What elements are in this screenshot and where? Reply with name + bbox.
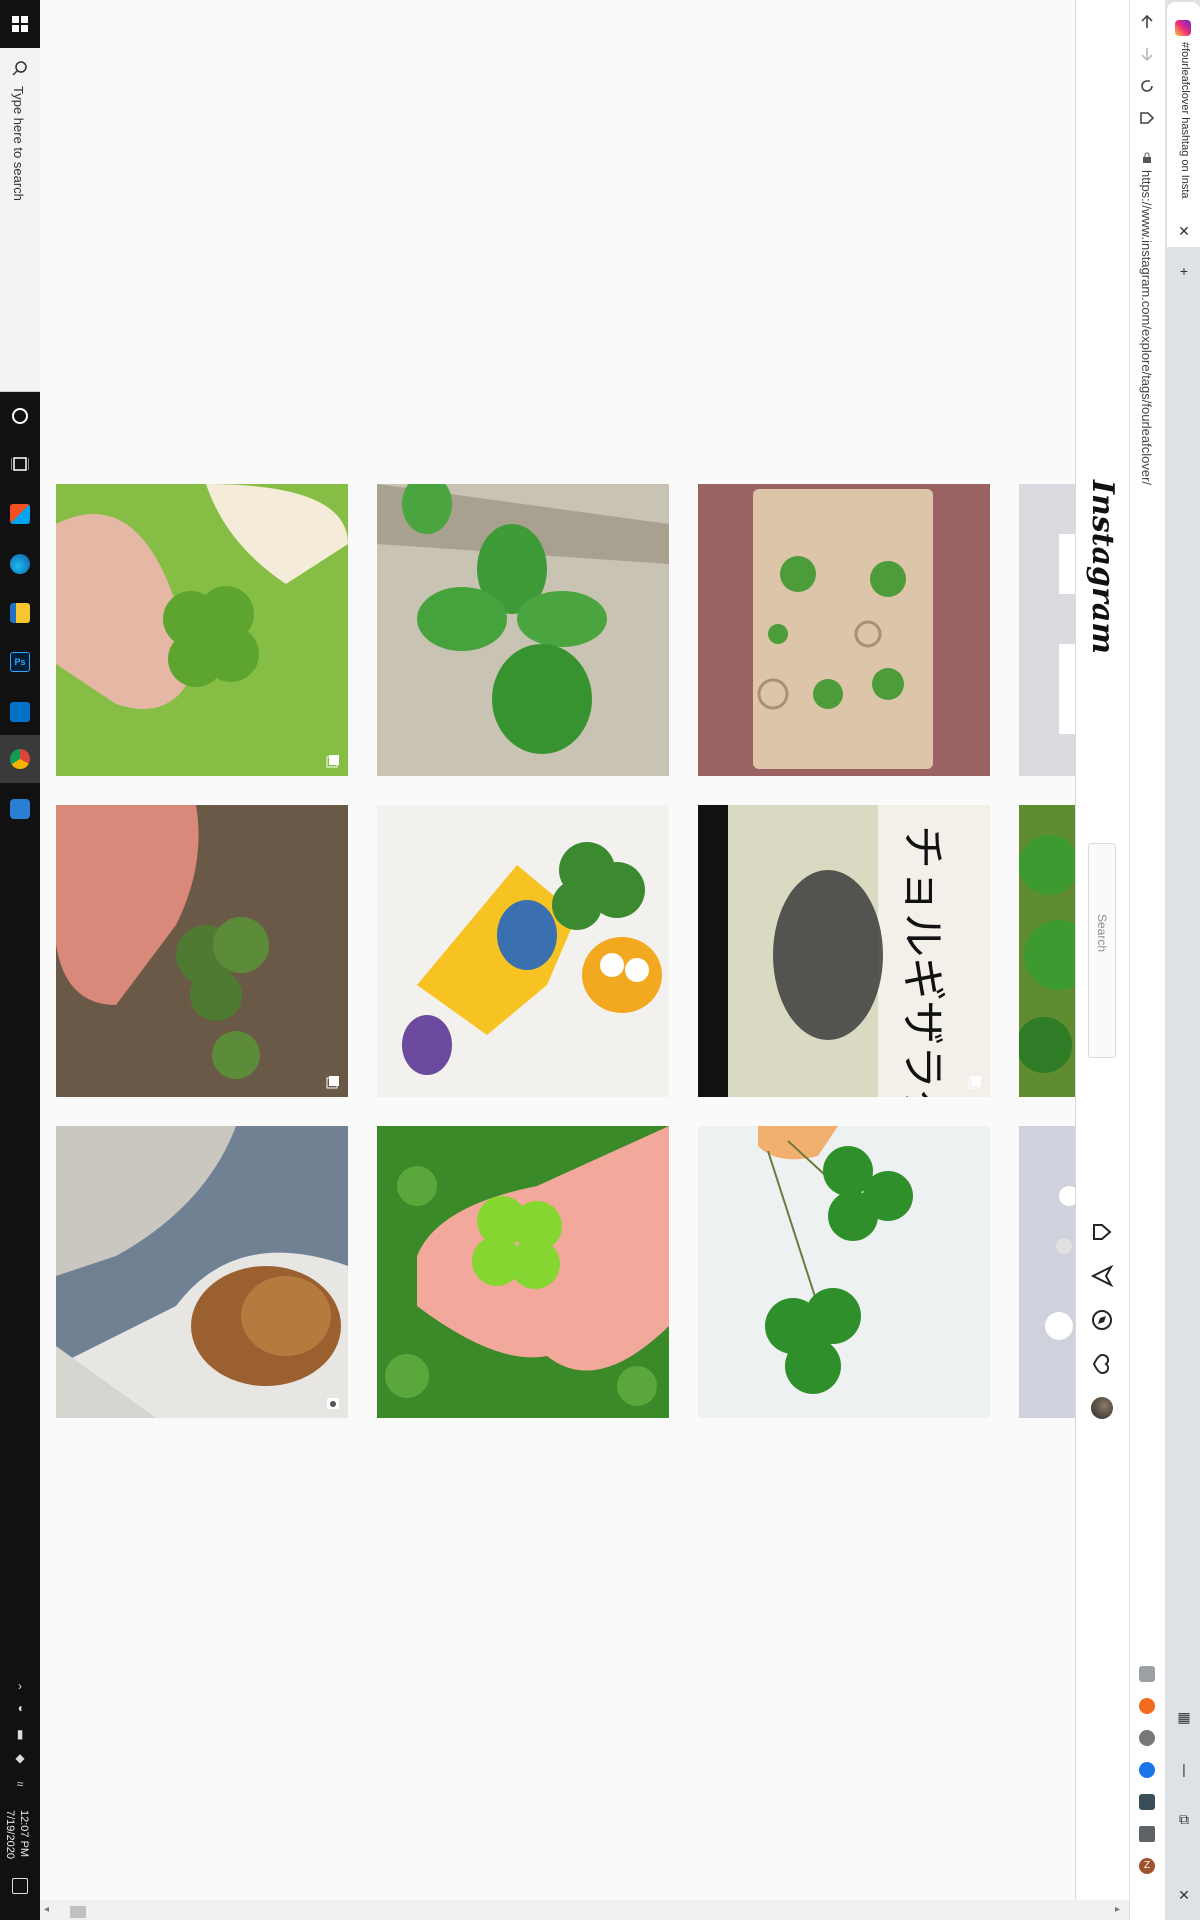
- lock-icon[interactable]: [1142, 152, 1152, 164]
- chrome-icon[interactable]: [8, 747, 32, 771]
- instagram-logo[interactable]: Instagram: [1085, 480, 1120, 654]
- carousel-icon: [326, 755, 339, 768]
- outlook-icon[interactable]: [8, 700, 32, 724]
- scrollbar-thumb[interactable]: [70, 1906, 86, 1918]
- back-icon[interactable]: [1135, 10, 1159, 34]
- dropbox-icon[interactable]: ◆: [12, 1750, 28, 1766]
- svg-text:チョルギザラダ: チョルギザラダ: [897, 825, 948, 1097]
- taskbar-search-box[interactable]: Type here to search: [0, 48, 40, 392]
- search-input[interactable]: Search: [1088, 843, 1116, 1058]
- address-bar[interactable]: https://www.instagram.com/explore/tags/f…: [1139, 170, 1154, 485]
- taskbar-clock[interactable]: 12:07 PM 7/19/2020: [4, 1810, 36, 1870]
- post-tile[interactable]: [1019, 805, 1075, 1097]
- grammarly-icon[interactable]: [1139, 1666, 1155, 1682]
- task-view-icon[interactable]: [8, 452, 32, 476]
- search-icon: [12, 61, 27, 76]
- post-tile[interactable]: [56, 484, 348, 776]
- post-image: [377, 805, 669, 1097]
- post-tile[interactable]: [1019, 484, 1075, 776]
- post-image: チョルギザラダ: [698, 805, 990, 1097]
- post-image: [1019, 835, 1075, 1073]
- post-image: [377, 1126, 669, 1418]
- profile-avatar[interactable]: [1090, 1396, 1114, 1420]
- horizontal-scrollbar[interactable]: [40, 1900, 1130, 1920]
- reload-icon[interactable]: [1135, 74, 1159, 98]
- cortana-icon[interactable]: [8, 404, 32, 428]
- settings-icon[interactable]: [8, 797, 32, 821]
- instagram-favicon-icon: [1175, 20, 1191, 36]
- explore-icon[interactable]: [1090, 1308, 1114, 1332]
- network-icon[interactable]: ≈: [12, 1776, 28, 1792]
- windows-taskbar: Type here to search Ps › ◖ ▮ ◆ ≈ 12:07 P…: [0, 0, 40, 1920]
- puzzle-icon[interactable]: [1139, 1826, 1155, 1842]
- activity-heart-icon[interactable]: [1090, 1352, 1114, 1376]
- post-image: [56, 484, 348, 776]
- post-image: [1059, 534, 1075, 734]
- close-tab-icon[interactable]: ✕: [1175, 222, 1193, 240]
- carousel-icon: [326, 1076, 339, 1089]
- action-center-icon[interactable]: [12, 1878, 28, 1894]
- post-tile[interactable]: [377, 805, 669, 1097]
- minimize-icon[interactable]: |: [1175, 1760, 1193, 1778]
- scroll-right-arrow[interactable]: ▸: [1115, 1904, 1120, 1915]
- post-tile[interactable]: [377, 1126, 669, 1418]
- restore-icon[interactable]: ⧉: [1175, 1810, 1193, 1828]
- clock-date: 7/19/2020: [4, 1810, 16, 1859]
- edge-icon[interactable]: [8, 552, 32, 576]
- battery-icon[interactable]: ▮: [12, 1726, 28, 1742]
- post-image: [1045, 1186, 1075, 1340]
- close-window-icon[interactable]: ✕: [1175, 1886, 1193, 1904]
- post-image: [56, 805, 348, 1097]
- search-placeholder: Search: [1095, 914, 1109, 953]
- tab-strip: [1165, 0, 1200, 1920]
- clock-time: 12:07 PM: [18, 1810, 30, 1858]
- home-icon[interactable]: [1090, 1220, 1114, 1244]
- video-icon: [327, 1398, 339, 1409]
- forward-icon[interactable]: [1135, 42, 1159, 66]
- post-image: [377, 484, 669, 776]
- profile-z-icon[interactable]: Z: [1139, 1858, 1155, 1874]
- post-image: [698, 484, 990, 776]
- carousel-icon: [968, 1076, 981, 1089]
- post-image: [698, 1126, 990, 1418]
- ext-image-icon[interactable]: [1139, 1794, 1155, 1810]
- direct-icon[interactable]: [1090, 1264, 1114, 1288]
- post-tile[interactable]: [1019, 1126, 1075, 1418]
- store-icon[interactable]: [8, 502, 32, 526]
- search-placeholder: Type here to search: [11, 86, 26, 201]
- file-explorer-icon[interactable]: [8, 601, 32, 625]
- post-image: [56, 1126, 348, 1418]
- new-tab-icon[interactable]: +: [1175, 262, 1193, 280]
- tab-search-icon[interactable]: ▦: [1175, 1708, 1193, 1726]
- ext-orange-icon[interactable]: [1139, 1698, 1155, 1714]
- post-tile[interactable]: [698, 1126, 990, 1418]
- post-tile[interactable]: チョルギザラダ: [698, 805, 990, 1097]
- photoshop-icon[interactable]: Ps: [8, 650, 32, 674]
- volume-icon[interactable]: ◖: [12, 1700, 28, 1716]
- ext-circle-icon[interactable]: [1139, 1730, 1155, 1746]
- tab-title: #fourleafclover hashtag on Insta: [1179, 42, 1191, 199]
- post-tile[interactable]: [698, 484, 990, 776]
- ext-blue-icon[interactable]: [1139, 1762, 1155, 1778]
- post-tile[interactable]: [56, 1126, 348, 1418]
- scroll-left-arrow[interactable]: ◂: [44, 1904, 49, 1915]
- tray-expand-icon[interactable]: ›: [12, 1678, 28, 1694]
- post-tile[interactable]: [377, 484, 669, 776]
- post-tile[interactable]: [56, 805, 348, 1097]
- windows-logo-icon: [12, 16, 28, 32]
- start-button[interactable]: [0, 0, 40, 48]
- home-icon[interactable]: [1135, 106, 1159, 130]
